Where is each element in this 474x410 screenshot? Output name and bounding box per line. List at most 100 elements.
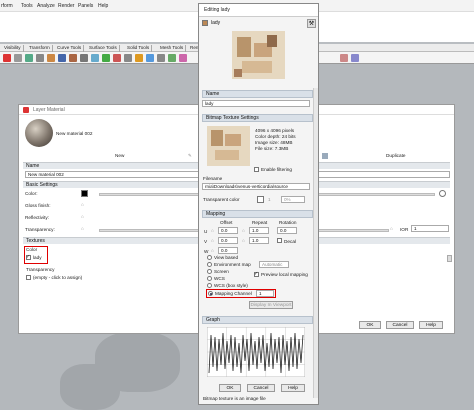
render-icon[interactable]: [113, 54, 121, 62]
grid-icon[interactable]: [80, 54, 88, 62]
reflectivity-label: Reflectivity:: [25, 215, 49, 220]
u-label: U: [204, 229, 208, 234]
scrollbar[interactable]: [313, 88, 318, 398]
scrollbar[interactable]: [447, 255, 452, 262]
image-size: Image size: 48MB: [255, 140, 293, 145]
transparent-color-swatch[interactable]: [257, 196, 264, 203]
tab-mesh-tools[interactable]: Mesh Tools: [158, 45, 187, 52]
help-button[interactable]: Help: [419, 321, 443, 329]
transform-icon[interactable]: [58, 54, 66, 62]
point-icon[interactable]: [3, 54, 11, 62]
wcs-box-radio[interactable]: [207, 283, 212, 288]
filename-field[interactable]: rnia\Downloads\venus-verticordia\source: [202, 183, 310, 190]
mesh-icon[interactable]: [47, 54, 55, 62]
tab-transform[interactable]: Transform: [27, 45, 53, 52]
properties-icon[interactable]: [351, 54, 359, 62]
environment-map-select[interactable]: Automatic: [259, 261, 289, 268]
tab-surface-tools[interactable]: Surface Tools: [87, 45, 120, 52]
name-section-header[interactable]: Name: [202, 90, 313, 98]
graph-plot: [207, 327, 305, 377]
enable-filtering-checkbox[interactable]: [254, 167, 259, 172]
filename-label: Filename: [203, 176, 223, 181]
menu-item-help[interactable]: Help: [98, 3, 108, 9]
file-size: File size: 7.3MB: [255, 146, 289, 151]
dialog-help-button[interactable]: Help: [281, 384, 305, 392]
lock-icon[interactable]: ⌂: [211, 248, 214, 253]
menu-item-render[interactable]: Render: [58, 3, 74, 9]
u-rotation-field[interactable]: 0.0: [277, 227, 297, 234]
tab-curve-tools[interactable]: Curve Tools: [55, 45, 85, 52]
color-swatch[interactable]: [81, 190, 88, 197]
tab-solid-tools[interactable]: Solid Tools: [125, 45, 153, 52]
copy-icon[interactable]: [322, 153, 328, 159]
menu-item-panels[interactable]: Panels: [78, 3, 93, 9]
material-icon: [23, 107, 29, 113]
dimension-icon[interactable]: [91, 54, 99, 62]
curve-icon[interactable]: [14, 54, 22, 62]
decal-label: Decal: [284, 239, 296, 244]
boolean-icon[interactable]: [69, 54, 77, 62]
tool-icon[interactable]: ⚒: [307, 19, 316, 28]
bitmap-settings-header[interactable]: Bitmap Texture Settings: [202, 114, 313, 122]
graph-section-header[interactable]: Graph: [202, 316, 313, 324]
light-icon[interactable]: [135, 54, 143, 62]
menu-item-transform[interactable]: rform: [1, 3, 13, 9]
lock-icon[interactable]: ⌂: [81, 202, 84, 207]
mapping-section-header[interactable]: Mapping: [202, 210, 313, 218]
menu-item-tools[interactable]: Tools: [21, 3, 33, 9]
lock-icon[interactable]: ⌂: [81, 214, 84, 219]
v-offset-field[interactable]: 0.0: [218, 237, 238, 244]
view-based-radio[interactable]: [207, 255, 212, 260]
options-icon[interactable]: [340, 54, 348, 62]
lock-icon[interactable]: ⌂: [81, 226, 84, 231]
lock-icon[interactable]: ⌂: [242, 228, 245, 233]
rotation-header: Rotation: [279, 220, 297, 225]
ok-button[interactable]: OK: [359, 321, 381, 329]
lock-icon[interactable]: ⌂: [211, 228, 214, 233]
duplicate-button[interactable]: Duplicate: [386, 153, 406, 158]
decal-checkbox[interactable]: [277, 238, 282, 243]
camera-icon[interactable]: [146, 54, 154, 62]
v-repeat-field[interactable]: 1.0: [249, 237, 269, 244]
mapping-channel-label: Mapping Channel: [215, 291, 252, 296]
material-icon[interactable]: [124, 54, 132, 62]
pencil-icon[interactable]: ✎: [188, 153, 192, 159]
sphere-icon[interactable]: [179, 54, 187, 62]
lock-icon[interactable]: ⌂: [242, 238, 245, 243]
environment-map-label: Environment map: [214, 262, 251, 267]
environment-map-radio[interactable]: [207, 262, 212, 267]
u-offset-field[interactable]: 0.0: [218, 227, 238, 234]
u-repeat-field[interactable]: 1.0: [249, 227, 269, 234]
mapping-channel-radio[interactable]: [208, 291, 213, 296]
screen-radio[interactable]: [207, 269, 212, 274]
transparent-percent-field[interactable]: 0%: [281, 196, 305, 203]
layer-icon[interactable]: [102, 54, 110, 62]
color-knob[interactable]: [439, 190, 446, 197]
surface-icon[interactable]: [25, 54, 33, 62]
transparency-texture-label: Transparency: [26, 267, 55, 272]
ior-field[interactable]: 1: [411, 225, 449, 232]
solid-icon[interactable]: [36, 54, 44, 62]
menu-item-analyze[interactable]: Analyze: [37, 3, 55, 9]
cancel-button[interactable]: Cancel: [386, 321, 414, 329]
transparency-texture-empty[interactable]: (empty - click to assign): [33, 275, 82, 280]
color-texture-name[interactable]: lady: [33, 255, 42, 260]
w-offset-field[interactable]: 0.0: [218, 247, 238, 254]
w-label: W: [204, 249, 209, 254]
tab-visibility[interactable]: Visibility: [2, 45, 24, 52]
new-button[interactable]: New: [115, 153, 124, 158]
bitmap-thumbnail: [207, 126, 250, 166]
lock-icon[interactable]: ⌂: [390, 226, 393, 231]
texture-name-field[interactable]: lady: [202, 100, 310, 107]
transparency-texture-checkbox[interactable]: [26, 275, 31, 280]
display-icon[interactable]: [157, 54, 165, 62]
wcs-radio[interactable]: [207, 276, 212, 281]
mapping-channel-field[interactable]: 1: [256, 290, 274, 297]
snap-icon[interactable]: [168, 54, 176, 62]
dialog-ok-button[interactable]: OK: [219, 384, 241, 392]
texture-icon: [202, 20, 208, 26]
dialog-cancel-button[interactable]: Cancel: [247, 384, 275, 392]
display-in-viewport-button[interactable]: Display In Viewport: [249, 301, 293, 309]
lock-icon[interactable]: ⌂: [211, 238, 214, 243]
window-title: Layer Material: [33, 107, 65, 113]
